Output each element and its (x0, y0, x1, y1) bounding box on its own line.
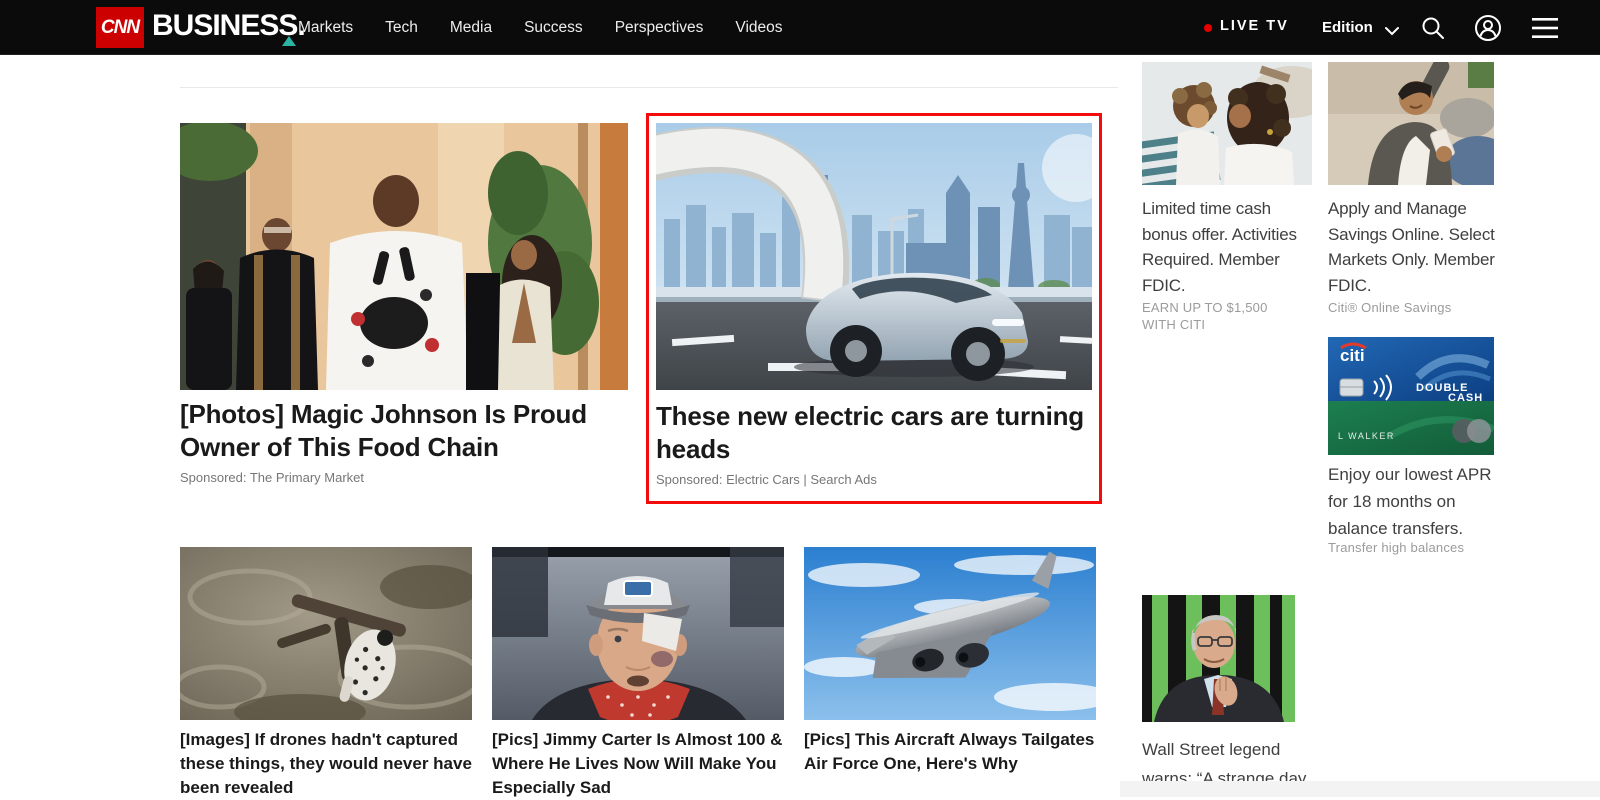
hamburger-menu-icon[interactable] (1532, 17, 1558, 44)
story-headline-electric-cars[interactable]: These new electric cars are turning head… (656, 400, 1096, 466)
ad-headline-online-savings[interactable]: Apply and Manage Savings Online. Select … (1328, 196, 1500, 298)
ad-image-citi-double-cash-card[interactable]: citi DOUBLE CASH L WALKER (1328, 337, 1494, 455)
citi-brand-text: citi (1340, 346, 1365, 365)
story-image-wall-street-legend[interactable] (1142, 595, 1295, 722)
live-dot-icon (1204, 24, 1212, 32)
aircraft-illustration (804, 547, 1096, 720)
card-cash-text: CASH (1448, 392, 1483, 404)
nav-item-media[interactable]: Media (450, 19, 492, 37)
nav-item-success[interactable]: Success (524, 19, 583, 37)
next-section-edge (1120, 781, 1600, 797)
ad-headline-cash-bonus[interactable]: Limited time cash bonus offer. Activitie… (1142, 196, 1314, 298)
nav-item-videos[interactable]: Videos (735, 19, 782, 37)
tv-analyst-illustration (1142, 595, 1295, 722)
story-headline-magic-johnson[interactable]: [Photos] Magic Johnson Is Proud Owner of… (180, 398, 630, 464)
search-icon[interactable] (1420, 15, 1446, 46)
story-image-jimmy-carter[interactable] (492, 547, 784, 720)
story-image-aircraft[interactable] (804, 547, 1096, 720)
story-image-magic-johnson[interactable] (180, 123, 628, 390)
nav-item-markets[interactable]: Markets (298, 19, 353, 37)
card-holder-text: L WALKER (1338, 431, 1395, 441)
mother-child-illustration (1142, 62, 1312, 185)
story-headline-drones[interactable]: [Images] If drones hadn't captured these… (180, 728, 476, 800)
story-sponsor-magic-johnson: Sponsored: The Primary Market (180, 470, 364, 485)
ad-subtext-cash-bonus: EARN UP TO $1,500 WITH CITI (1142, 299, 1302, 333)
business-logo-triangle-icon (282, 36, 296, 46)
edition-dropdown[interactable]: Edition (1322, 19, 1373, 36)
drone-wreckage-illustration (180, 547, 472, 720)
credit-card-illustration: citi DOUBLE CASH L WALKER (1328, 337, 1494, 455)
ad-subtext-balance-transfers: Transfer high balances (1328, 539, 1494, 556)
account-avatar-icon[interactable] (1474, 14, 1502, 47)
story-headline-aircraft[interactable]: [Pics] This Aircraft Always Tailgates Ai… (804, 728, 1100, 776)
live-tv-link[interactable]: LIVE TV (1220, 18, 1289, 34)
person-with-phone-illustration (1328, 62, 1494, 185)
electric-car-illustration (656, 123, 1092, 390)
nav-item-tech[interactable]: Tech (385, 19, 418, 37)
section-divider (180, 87, 1118, 88)
magic-johnson-photo-illustration (180, 123, 628, 390)
story-image-electric-cars[interactable] (656, 123, 1092, 390)
chevron-down-icon[interactable] (1384, 23, 1400, 41)
jimmy-carter-illustration (492, 547, 784, 720)
ad-image-online-savings[interactable] (1328, 62, 1494, 185)
ad-subtext-online-savings: Citi® Online Savings (1328, 299, 1494, 316)
cnn-logo[interactable]: CNN (96, 7, 144, 48)
top-navigation-bar: CNN BUSINESS. Markets Tech Media Success… (0, 0, 1600, 55)
story-sponsor-electric-cars: Sponsored: Electric Cars | Search Ads (656, 472, 877, 487)
ad-image-cash-bonus[interactable] (1142, 62, 1312, 185)
story-headline-jimmy-carter[interactable]: [Pics] Jimmy Carter Is Almost 100 & Wher… (492, 728, 788, 800)
nav-item-perspectives[interactable]: Perspectives (615, 19, 704, 37)
primary-nav: Markets Tech Media Success Perspectives … (298, 0, 783, 55)
ad-headline-balance-transfers[interactable]: Enjoy our lowest APR for 18 months on ba… (1328, 461, 1500, 542)
story-image-drones[interactable] (180, 547, 472, 720)
